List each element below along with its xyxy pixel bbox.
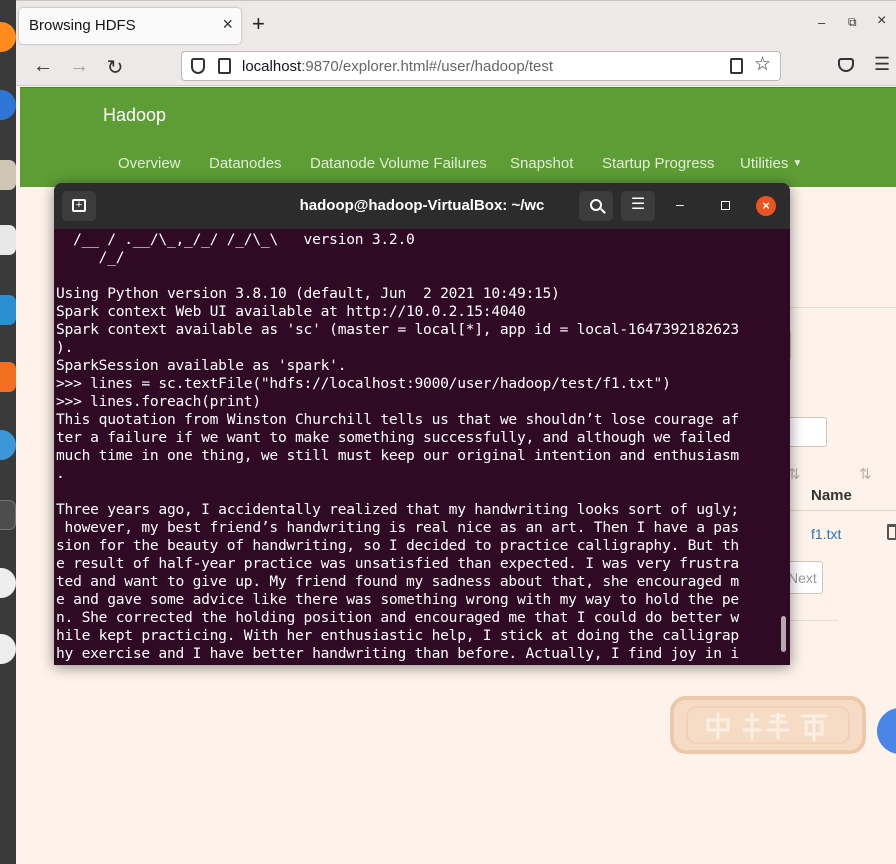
terminal-line: ted and want to give up. My friend found… xyxy=(56,573,739,590)
caret-down-icon: ▼ xyxy=(792,158,803,169)
hadoop-brand[interactable]: Hadoop xyxy=(103,105,166,126)
seal-text xyxy=(706,712,828,742)
terminal-output[interactable]: /__ / .__/\_,_/_/ /_/\_\ version 3.2.0 /… xyxy=(56,231,782,665)
nav-datanode-volume-failures[interactable]: Datanode Volume Failures xyxy=(310,155,487,172)
file-link[interactable]: f1.txt xyxy=(811,526,841,542)
pocket-icon[interactable] xyxy=(838,58,854,72)
nav-datanodes[interactable]: Datanodes xyxy=(209,155,282,172)
browser-nav-bar: ← → ↻ localhost:9870/explorer.html#/user… xyxy=(16,50,896,86)
terminal-scrollbar[interactable] xyxy=(781,616,786,652)
search-icon-handle xyxy=(600,208,606,214)
nav-snapshot[interactable]: Snapshot xyxy=(510,155,573,172)
terminal-line: hy exercise and I have better handwritin… xyxy=(56,645,739,662)
nav-overview[interactable]: Overview xyxy=(118,155,181,172)
reload-icon[interactable]: ↻ xyxy=(102,55,128,80)
new-tab-icon[interactable]: + xyxy=(252,11,265,37)
terminal-window[interactable]: + hadoop@hadoop-VirtualBox: ~/wc ☰ – × /… xyxy=(54,183,790,665)
forward-icon[interactable]: → xyxy=(66,55,92,78)
terminal-line: /_/ xyxy=(56,249,125,266)
terminal-menu-button[interactable]: ☰ xyxy=(621,191,655,221)
bookmark-star-icon[interactable]: ☆ xyxy=(754,53,771,76)
hadoop-navbar: Hadoop Overview Datanodes Datanode Volum… xyxy=(20,87,896,187)
shield-icon[interactable] xyxy=(191,58,205,74)
terminal-line: Spark context available as 'sc' (master … xyxy=(56,321,739,338)
page-info-icon[interactable] xyxy=(218,58,231,74)
terminal-close-button[interactable]: × xyxy=(756,196,776,216)
minimize-icon[interactable]: – xyxy=(818,15,825,30)
files-icon[interactable] xyxy=(0,160,16,190)
nav-startup-progress[interactable]: Startup Progress xyxy=(602,155,715,172)
column-header-name[interactable]: Name xyxy=(811,487,852,504)
nav-utilities-label: Utilities xyxy=(740,155,789,172)
terminal-line: ter a failure if we want to make somethi… xyxy=(56,429,731,446)
ubuntu-dock xyxy=(0,0,16,864)
terminal-line: Using Python version 3.8.10 (default, Ju… xyxy=(56,285,560,302)
terminal-line: much time in one thing, we still must ke… xyxy=(56,447,739,464)
hamburger-menu-icon[interactable]: ☰ xyxy=(874,54,890,75)
writer-icon[interactable] xyxy=(0,295,16,325)
software-icon[interactable] xyxy=(0,362,16,392)
table-row-divider xyxy=(790,510,896,511)
divider xyxy=(790,620,838,621)
watermark-seal xyxy=(670,696,866,754)
tab-browsing-hdfs[interactable]: Browsing HDFS × xyxy=(19,8,241,44)
terminal-header: + hadoop@hadoop-VirtualBox: ~/wc ☰ – × xyxy=(54,183,790,229)
thunderbird-icon[interactable] xyxy=(0,90,16,120)
terminal-maximize-icon[interactable] xyxy=(721,201,730,210)
url-bar[interactable]: localhost:9870/explorer.html#/user/hadoo… xyxy=(181,51,781,81)
trash-icon[interactable] xyxy=(887,524,896,540)
url-host: localhost xyxy=(242,58,302,75)
divider xyxy=(790,307,896,308)
restore-icon[interactable]: ⧉ xyxy=(848,15,857,30)
terminal-line: e and gave some advice like there was so… xyxy=(56,591,739,608)
terminal-line: e result of half-year practice was unsat… xyxy=(56,555,739,572)
terminal-line: ). xyxy=(56,339,74,356)
tab-title: Browsing HDFS xyxy=(29,17,136,34)
terminal-line: Three years ago, I accidentally realized… xyxy=(56,501,739,518)
next-label: Next xyxy=(788,570,817,586)
terminal-line: >>> lines.foreach(print) xyxy=(56,393,261,410)
close-window-icon[interactable]: × xyxy=(877,12,886,30)
document-icon[interactable] xyxy=(0,225,16,255)
terminal-line: Spark context Web UI available at http:/… xyxy=(56,303,526,320)
terminal-line: however, my best friend’s handwriting is… xyxy=(56,519,740,536)
terminal-line: This quotation from Winston Churchill te… xyxy=(56,411,739,428)
terminal-line: hile kept practicing. With her enthusias… xyxy=(56,627,739,644)
terminal-icon[interactable] xyxy=(0,500,16,530)
disc-2-icon[interactable] xyxy=(0,634,16,664)
disc-icon[interactable] xyxy=(0,568,16,598)
terminal-search-button[interactable] xyxy=(579,191,613,221)
back-icon[interactable]: ← xyxy=(30,55,56,78)
nav-utilities[interactable]: Utilities ▼ xyxy=(740,155,802,172)
browser-tab-bar: Browsing HDFS × + – ⧉ × xyxy=(16,0,896,50)
url-path: :9870/explorer.html#/user/hadoop/test xyxy=(301,58,554,75)
terminal-line: >>> lines = sc.textFile("hdfs://localhos… xyxy=(56,375,671,392)
help-icon[interactable] xyxy=(0,430,16,460)
tab-close-icon[interactable]: × xyxy=(222,14,233,35)
terminal-line: SparkSession available as 'spark'. xyxy=(56,357,347,374)
terminal-line: sion for the beauty of handwriting, so I… xyxy=(56,537,739,554)
terminal-minimize-icon[interactable]: – xyxy=(676,196,684,212)
sort-name-icon[interactable]: ⇅ xyxy=(859,465,872,483)
terminal-line: . xyxy=(56,465,65,482)
assistant-bubble-icon[interactable] xyxy=(877,708,896,754)
url-text[interactable]: localhost:9870/explorer.html#/user/hadoo… xyxy=(242,58,553,75)
firefox-icon[interactable] xyxy=(0,22,16,52)
terminal-line: n. She corrected the holding position an… xyxy=(56,609,739,626)
reader-view-icon[interactable] xyxy=(730,58,743,74)
terminal-line: /__ / .__/\_,_/_/ /_/\_\ version 3.2.0 xyxy=(56,231,415,248)
